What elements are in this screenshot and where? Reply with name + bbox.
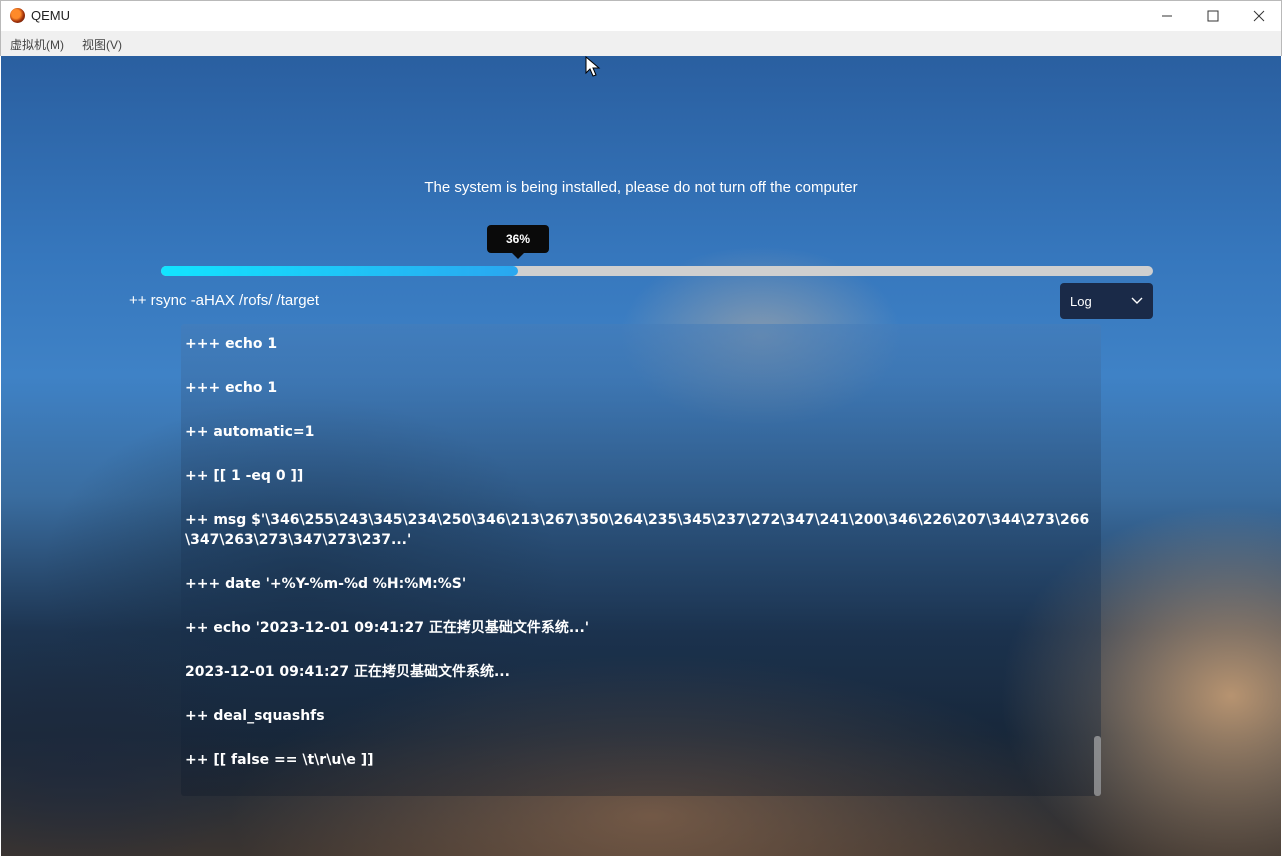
close-button[interactable] <box>1236 1 1282 31</box>
install-status-message: The system is being installed, please do… <box>424 179 858 196</box>
chevron-down-icon <box>1131 297 1143 304</box>
log-line: +++ echo 1 <box>185 336 278 352</box>
log-line: ++ [[ false == \t\r\u\e ]] <box>185 752 374 768</box>
menu-machine[interactable]: 虚拟机(M) <box>10 36 64 53</box>
close-icon <box>1253 10 1265 22</box>
install-log-panel[interactable]: +++ echo 1 +++ echo 1 ++ automatic=1 ++ [[ … <box>181 324 1101 796</box>
log-scrollbar[interactable] <box>1094 736 1101 796</box>
minimize-icon <box>1162 15 1172 17</box>
log-line: ++ echo '2023-12-01 09:41:27 正在拷贝基础文件系统.… <box>185 620 590 636</box>
guest-screen[interactable]: The system is being installed, please do… <box>1 56 1281 856</box>
qemu-app-icon <box>10 8 25 23</box>
log-line: +++ echo 1 <box>185 380 278 396</box>
mouse-cursor-icon <box>585 56 601 77</box>
menu-bar: 虚拟机(M) 视图(V) <box>0 31 1282 56</box>
install-progress-fill <box>161 266 518 276</box>
minimize-button[interactable] <box>1144 1 1190 31</box>
log-line: 2023-12-01 09:41:27 正在拷贝基础文件系统... <box>185 664 510 680</box>
window-title: QEMU <box>31 8 70 23</box>
maximize-button[interactable] <box>1190 1 1236 31</box>
progress-percent-tooltip: 36% <box>487 225 549 259</box>
log-lines: +++ echo 1 +++ echo 1 ++ automatic=1 ++ [[ … <box>185 334 1090 794</box>
view-mode-value: Log <box>1070 293 1092 309</box>
install-progress-bar <box>161 266 1153 276</box>
title-bar: QEMU <box>0 0 1282 31</box>
log-line: ++ deal_squashfs <box>185 708 325 724</box>
log-line: ++ msg $'\346\255\243\345\234\250\346\21… <box>185 512 1090 548</box>
view-mode-select[interactable]: Log <box>1060 283 1153 319</box>
log-line: ++ automatic=1 <box>185 424 315 440</box>
menu-view[interactable]: 视图(V) <box>82 36 122 53</box>
current-command: ++ rsync -aHAX /rofs/ /target <box>129 292 320 309</box>
log-line: ++ [[ 1 -eq 0 ]] <box>185 468 304 484</box>
maximize-icon <box>1207 10 1219 22</box>
log-line: +++ date '+%Y-%m-%d %H:%M:%S' <box>185 576 467 592</box>
